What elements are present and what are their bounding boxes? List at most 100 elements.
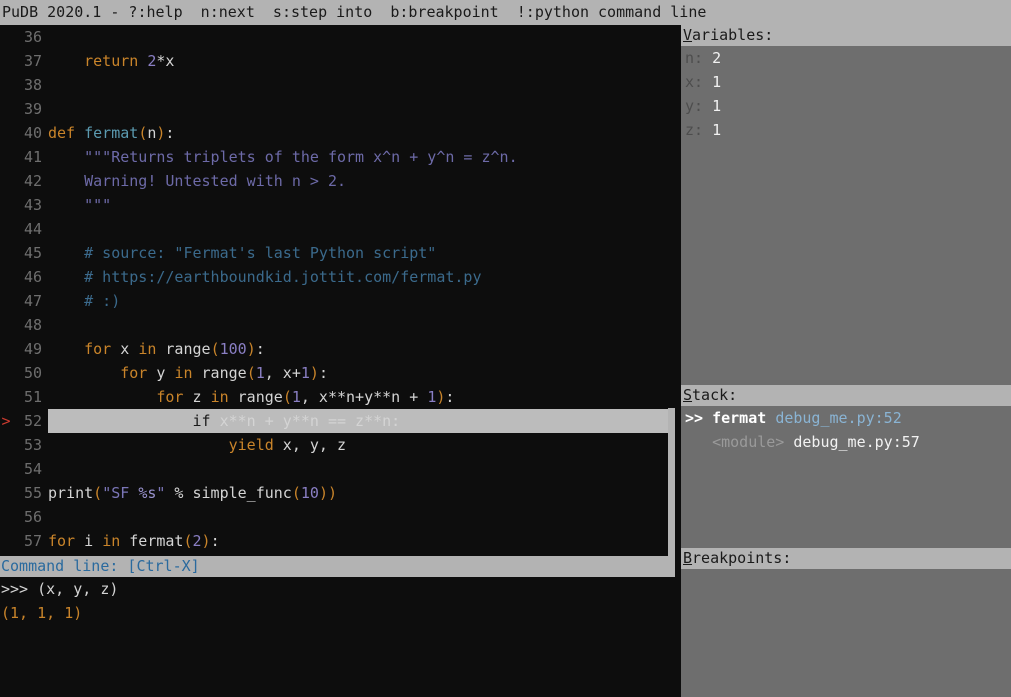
- command-result-line: (1, 1, 1): [0, 601, 675, 625]
- source-line-text: if x**n + y**n == z**n:: [48, 409, 675, 433]
- source-line[interactable]: 47 # :): [0, 289, 675, 313]
- source-line[interactable]: 39: [0, 97, 675, 121]
- line-number: 43: [23, 196, 42, 214]
- source-line-text: [48, 457, 57, 481]
- source-line[interactable]: 41 """Returns triplets of the form x^n +…: [0, 145, 675, 169]
- stack-frame-location: debug_me.py:52: [775, 409, 902, 427]
- code-token: 1: [255, 364, 265, 382]
- command-line-header: Command line: [Ctrl-X]: [0, 556, 675, 577]
- source-scrollbar[interactable]: [668, 25, 675, 556]
- code-token: print: [48, 484, 94, 502]
- stack-header: Stack:: [681, 385, 1011, 406]
- source-line[interactable]: 43 """: [0, 193, 675, 217]
- code-token: , x**n+y**n +: [300, 388, 428, 406]
- code-token: %s: [138, 484, 157, 502]
- variable-value: 1: [712, 121, 722, 139]
- source-line-current[interactable]: >52 if x**n + y**n == z**n:: [0, 409, 675, 433]
- code-token: range: [156, 340, 211, 358]
- source-line-text: return 2*x: [48, 49, 174, 73]
- code-token: % simple_func: [165, 484, 292, 502]
- source-line[interactable]: 36: [0, 25, 675, 49]
- line-number: 55: [23, 484, 42, 502]
- line-number: 41: [23, 148, 42, 166]
- code-token: (: [183, 532, 193, 550]
- code-token: ): [201, 532, 211, 550]
- source-line-text: # https://earthboundkid.jottit.com/ferma…: [48, 265, 481, 289]
- source-line[interactable]: 37 return 2*x: [0, 49, 675, 73]
- source-line[interactable]: 44: [0, 217, 675, 241]
- gutter-spacer: [0, 241, 12, 265]
- code-token: in: [138, 340, 157, 358]
- pudb-debugger-window: PuDB 2020.1 - ?:help n:next s:step into …: [0, 0, 1011, 697]
- code-token: def: [48, 124, 76, 142]
- source-line-text: for x in range(100):: [48, 337, 265, 361]
- source-line[interactable]: 55 print("SF %s" % simple_func(10)): [0, 481, 675, 505]
- variable-row[interactable]: y: 1: [681, 94, 1011, 118]
- code-token: for: [84, 340, 112, 358]
- source-line[interactable]: 54: [0, 457, 675, 481]
- source-scrollbar-thumb[interactable]: [668, 408, 675, 556]
- line-number: 49: [23, 340, 42, 358]
- source-line-text: [48, 217, 57, 241]
- source-line[interactable]: 53 yield x, y, z: [0, 433, 675, 457]
- code-token: (: [93, 484, 103, 502]
- breakpoints-panel[interactable]: [681, 569, 1011, 697]
- source-line[interactable]: 49 for x in range(100):: [0, 337, 675, 361]
- line-number: 48: [23, 316, 42, 334]
- code-token: range: [228, 388, 283, 406]
- source-line-text: print("SF %s" % simple_func(10)): [48, 481, 337, 505]
- code-token: (: [138, 124, 148, 142]
- code-token: range: [192, 364, 247, 382]
- line-number: 44: [23, 220, 42, 238]
- code-token: for: [48, 532, 76, 550]
- code-token: in: [102, 532, 121, 550]
- source-line[interactable]: 50 for y in range(1, x+1):: [0, 361, 675, 385]
- source-line[interactable]: 42 Warning! Untested with n > 2.: [0, 169, 675, 193]
- stack-panel[interactable]: >> fermat debug_me.py:52 <module> debug_…: [681, 406, 1011, 548]
- source-line[interactable]: 48: [0, 313, 675, 337]
- code-token: 10: [300, 484, 319, 502]
- variable-row[interactable]: z: 1: [681, 118, 1011, 142]
- line-number: 40: [23, 124, 42, 142]
- breakpoints-hotkey: B: [683, 549, 693, 567]
- source-line[interactable]: 38: [0, 73, 675, 97]
- code-token: )): [318, 484, 337, 502]
- command-line-input-row[interactable]: >>> < Clear >: [0, 687, 675, 697]
- line-number: 56: [23, 508, 42, 526]
- variables-panel[interactable]: n: 2 x: 1 y: 1 z: 1: [681, 46, 1011, 385]
- variable-name: x:: [685, 73, 713, 91]
- code-token: # source: "Fermat's last Python script": [84, 244, 437, 262]
- variable-row[interactable]: n: 2: [681, 46, 1011, 70]
- source-line[interactable]: 46 # https://earthboundkid.jottit.com/fe…: [0, 265, 675, 289]
- source-line[interactable]: 56: [0, 505, 675, 529]
- source-line[interactable]: 45 # source: "Fermat's last Python scrip…: [0, 241, 675, 265]
- code-token: i: [75, 532, 103, 550]
- source-code-view[interactable]: 36 37 return 2*x 38 39 40 def fermat(n): …: [0, 25, 675, 556]
- variable-value: 1: [712, 97, 722, 115]
- source-line[interactable]: 51 for z in range(1, x**n+y**n + 1):: [0, 385, 675, 409]
- gutter-spacer: [0, 505, 12, 529]
- code-token: 100: [219, 340, 247, 358]
- gutter-spacer: [0, 481, 12, 505]
- variables-header: Variables:: [681, 25, 1011, 46]
- code-token: ): [246, 340, 256, 358]
- variables-header-text: ariables:: [692, 26, 774, 44]
- source-line-text: # :): [48, 289, 120, 313]
- code-token: :: [318, 364, 328, 382]
- right-column: Variables: n: 2 x: 1 y: 1 z: 1 Stack: >> fe…: [681, 25, 1011, 697]
- variable-name: n:: [685, 49, 713, 67]
- source-line[interactable]: 40 def fermat(n):: [0, 121, 675, 145]
- titlebar: PuDB 2020.1 - ?:help n:next s:step into …: [0, 0, 1011, 25]
- line-number: 54: [23, 460, 42, 478]
- source-line-text: # source: "Fermat's last Python script": [48, 241, 436, 265]
- line-number: 52: [23, 412, 42, 430]
- source-line[interactable]: 57 for i in fermat(2):: [0, 529, 675, 553]
- stack-frame-current[interactable]: >> fermat debug_me.py:52: [681, 406, 1011, 430]
- stack-frame[interactable]: <module> debug_me.py:57: [681, 430, 1011, 454]
- code-token: in: [174, 364, 193, 382]
- variable-row[interactable]: x: 1: [681, 70, 1011, 94]
- code-token: """Returns triplets of the form x^n + y^…: [84, 148, 518, 166]
